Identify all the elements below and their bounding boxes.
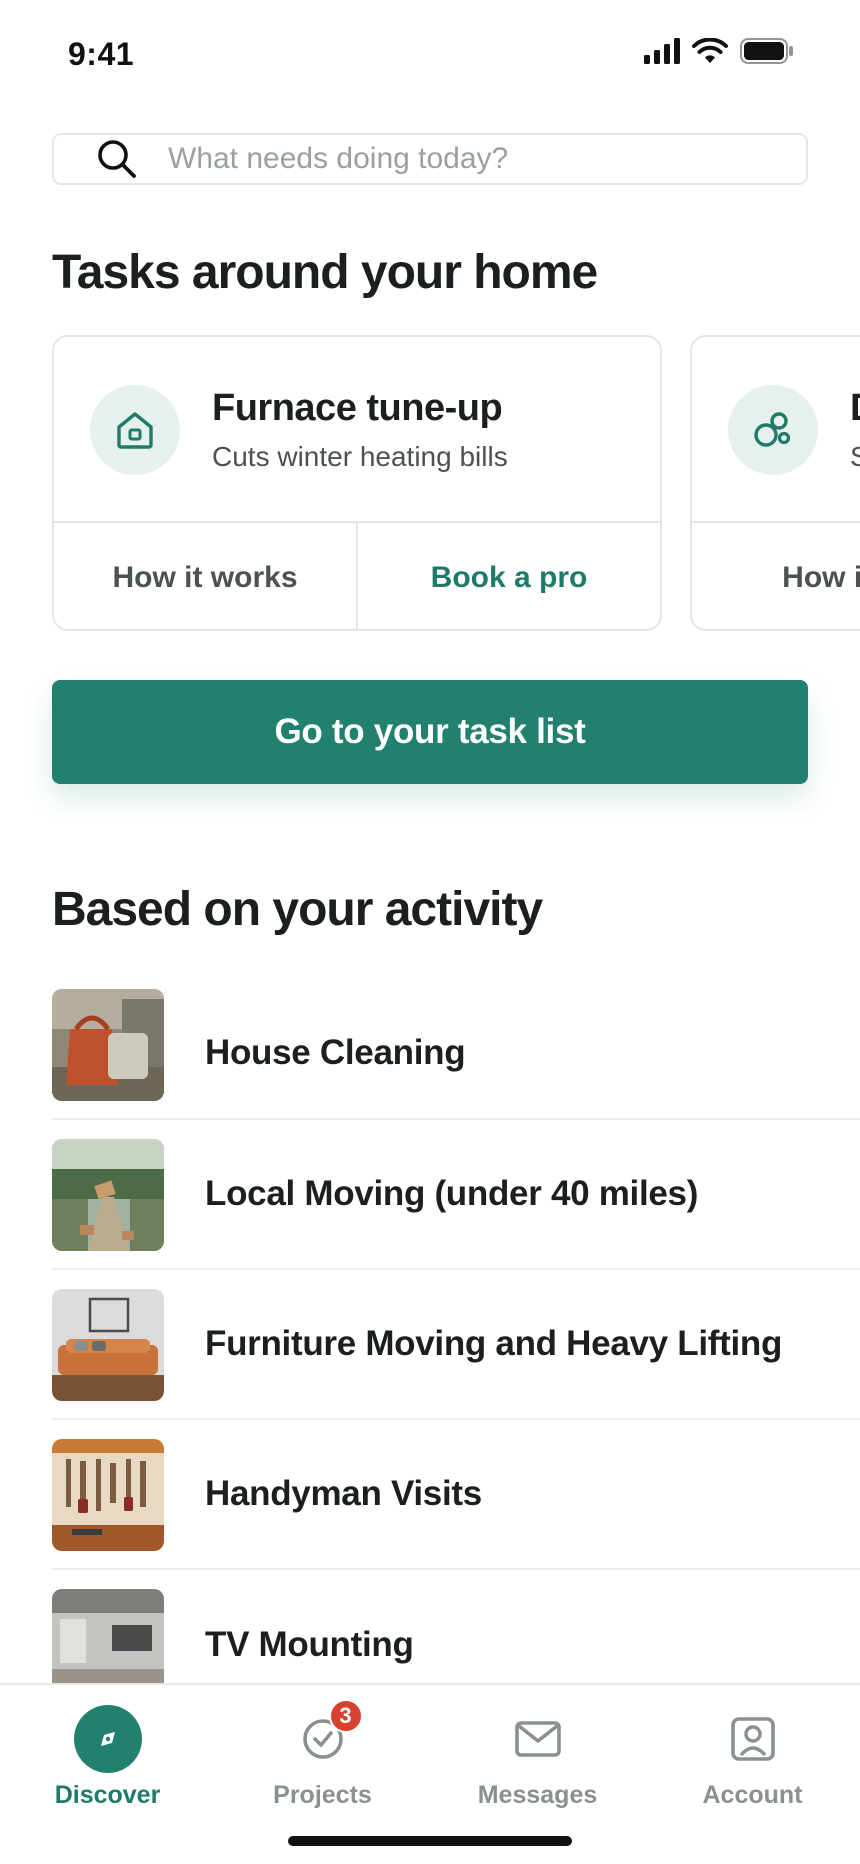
house-icon-badge [90, 385, 180, 475]
bubbles-icon-badge [728, 385, 818, 475]
house-cleaning-thumbnail [52, 989, 164, 1101]
home-indicator [288, 1836, 572, 1846]
task-card-actions: How it works Book a pro [54, 521, 660, 629]
user-icon [730, 1717, 775, 1761]
task-card-header[interactable]: D S [692, 337, 860, 521]
handyman-thumbnail [52, 1439, 164, 1551]
task-card-title: Furnace tune-up [212, 387, 503, 429]
how-it-works-button[interactable]: How it works [54, 523, 356, 629]
list-item[interactable]: Furniture Moving and Heavy Lifting [52, 1270, 860, 1420]
status-time: 9:41 [68, 36, 135, 72]
task-cards-carousel[interactable]: Furnace tune-up Cuts winter heating bill… [52, 335, 860, 631]
nav-messages-label: Messages [477, 1781, 598, 1809]
nav-projects-label: Projects [273, 1781, 372, 1809]
activity-list: House Cleaning Local Moving (under 40 mi… [52, 987, 860, 1720]
how-it-works-button[interactable]: How it w [692, 523, 860, 629]
nav-projects[interactable]: 3 Projects [215, 1699, 430, 1825]
nav-discover[interactable]: Discover [0, 1705, 215, 1825]
task-card-subtitle: S [850, 441, 860, 473]
battery-icon [740, 38, 793, 64]
nav-account-label: Account [702, 1781, 803, 1809]
local-moving-image [52, 1139, 164, 1251]
task-card[interactable]: Furnace tune-up Cuts winter heating bill… [52, 335, 662, 631]
search-icon [98, 140, 136, 178]
nav-discover-label: Discover [54, 1781, 161, 1809]
signal-icon [644, 38, 680, 64]
nav-messages[interactable]: Messages [430, 1705, 645, 1825]
activity-section-title: Based on your activity [52, 883, 543, 936]
status-icons [644, 38, 794, 64]
list-item[interactable]: House Cleaning [52, 987, 860, 1120]
tasks-section-title: Tasks around your home [52, 246, 598, 299]
handyman-image [52, 1439, 164, 1551]
activity-item-label: Local Moving (under 40 miles) [205, 1174, 699, 1213]
task-card[interactable]: D S How it w [690, 335, 860, 631]
house-icon [117, 412, 153, 449]
activity-item-label: Furniture Moving and Heavy Lifting [205, 1324, 783, 1363]
book-a-pro-button[interactable]: Book a pro [356, 523, 660, 629]
compass-icon [73, 1705, 142, 1773]
projects-badge: 3 [328, 1699, 363, 1733]
task-card-subtitle: Cuts winter heating bills [212, 441, 508, 472]
task-card-header[interactable]: Furnace tune-up Cuts winter heating bill… [54, 337, 660, 521]
list-item[interactable]: Handyman Visits [52, 1420, 860, 1570]
task-card-title: D [850, 387, 860, 430]
furniture-moving-image [52, 1289, 164, 1401]
status-bar: 9:41 [0, 0, 860, 110]
user-icon-wrap [719, 1705, 787, 1773]
go-to-task-list-button[interactable]: Go to your task list [52, 680, 808, 784]
activity-item-label: House Cleaning [205, 1032, 466, 1072]
envelope-icon-wrap [504, 1705, 572, 1773]
task-card-actions: How it w [692, 521, 860, 629]
search-input[interactable] [168, 142, 728, 176]
wifi-icon [692, 38, 728, 63]
local-moving-thumbnail [52, 1139, 164, 1251]
activity-item-label: Handyman Visits [205, 1474, 482, 1513]
envelope-icon [514, 1721, 561, 1757]
nav-account[interactable]: Account [645, 1705, 860, 1825]
search-bar[interactable] [52, 133, 808, 185]
furniture-moving-thumbnail [52, 1289, 164, 1401]
list-item[interactable]: Local Moving (under 40 miles) [52, 1120, 860, 1270]
compass-icon-wrap [73, 1705, 142, 1773]
activity-item-label: TV Mounting [205, 1625, 414, 1664]
check-circle-icon-wrap: 3 [289, 1699, 363, 1773]
bubbles-icon [754, 412, 791, 447]
house-cleaning-image [52, 989, 164, 1101]
